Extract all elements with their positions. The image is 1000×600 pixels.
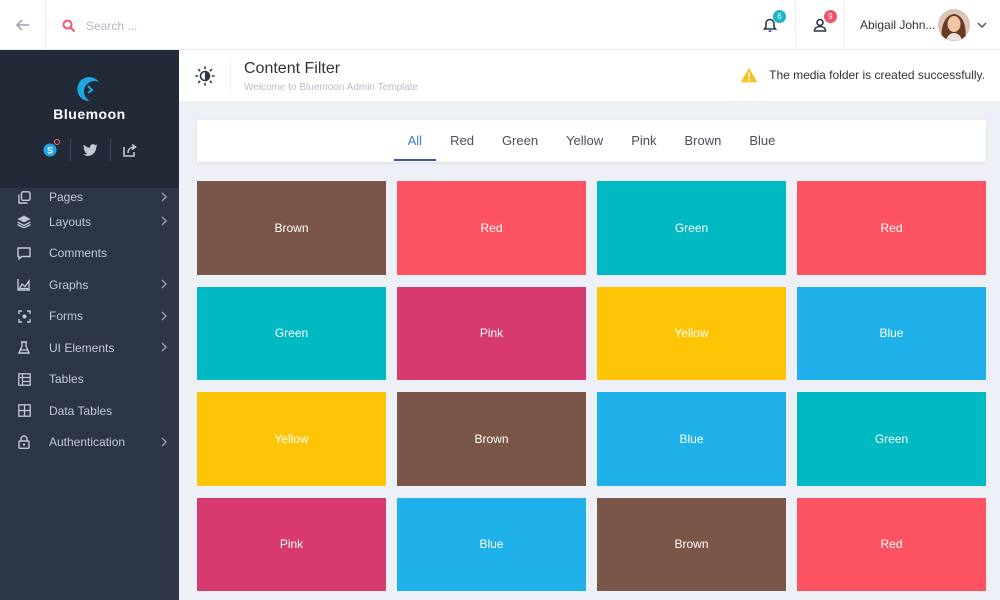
chevron-right-icon (161, 342, 167, 352)
skype-status-dot (53, 139, 60, 145)
share-link[interactable] (109, 139, 150, 161)
brightness-icon (194, 66, 215, 86)
filter-tab-pink[interactable]: Pink (617, 120, 670, 160)
chevron-right-icon (161, 192, 167, 202)
content-tile[interactable]: Green (797, 392, 986, 486)
pages-icon (17, 190, 31, 204)
users-button[interactable]: 9 (795, 0, 845, 50)
sidebar-item-label: Graphs (49, 277, 89, 292)
filter-tab-brown[interactable]: Brown (670, 120, 735, 160)
chevron-right-icon (161, 279, 167, 289)
back-button[interactable] (0, 0, 46, 50)
sidebar-item-label: UI Elements (49, 340, 115, 355)
content-tile[interactable]: Pink (397, 286, 586, 380)
chevron-right-icon (161, 437, 167, 446)
page-title: Content Filter (244, 60, 341, 77)
sidebar-item-graphs[interactable]: Graphs (0, 269, 179, 301)
flask-icon (18, 341, 30, 354)
top-bar: 6 9 Abigail John... (0, 0, 1000, 50)
twitter-icon (82, 144, 97, 156)
arrow-left-icon (15, 19, 29, 31)
grid-icon (17, 404, 31, 418)
skype-link[interactable]: S (30, 139, 70, 161)
sidebar-item-forms[interactable]: Forms (0, 301, 179, 333)
profile-menu[interactable]: Abigail John... (845, 0, 1000, 50)
content-tile[interactable]: Yellow (597, 286, 786, 380)
search-box (62, 14, 262, 38)
sidebar-item-label: Layouts (49, 214, 92, 229)
share-icon (123, 143, 137, 157)
filter-tab-green[interactable]: Green (488, 120, 552, 160)
filter-tab-all[interactable]: All (393, 120, 437, 161)
sidebar-item-data-tables[interactable]: Data Tables (0, 395, 179, 427)
sidebar-item-label: Authentication (49, 435, 126, 450)
page-header: Content Filter Welcome to Bluemoon Admin… (179, 50, 1000, 101)
filter-tab-yellow[interactable]: Yellow (552, 120, 617, 160)
svg-text:S: S (46, 146, 52, 156)
content-tile[interactable]: Blue (397, 497, 586, 591)
sidebar-item-label: Forms (49, 309, 83, 324)
bluemoon-logo-icon (76, 77, 99, 102)
sidebar-menu: Pages Layouts Comments Graphs Forms UI E… (0, 188, 179, 458)
content-tile[interactable]: Pink (197, 497, 386, 591)
sidebar-item-tables[interactable]: Tables (0, 364, 179, 396)
content-tile[interactable]: Red (797, 181, 986, 275)
content-tile[interactable]: Brown (597, 497, 786, 591)
area-chart-icon (17, 279, 30, 291)
content-tile[interactable]: Blue (597, 392, 786, 486)
forms-icon (17, 310, 31, 323)
content-tile[interactable]: Green (197, 286, 386, 380)
alert-text: The media folder is created successfully… (769, 68, 985, 82)
content-tile[interactable]: Brown (397, 392, 586, 486)
search-icon (62, 19, 76, 33)
content-tile[interactable]: Red (797, 497, 986, 591)
filter-tab-red[interactable]: Red (436, 120, 488, 160)
brand-name: Bluemoon (53, 106, 126, 122)
sidebar-item-comments[interactable]: Comments (0, 238, 179, 270)
twitter-link[interactable] (69, 139, 110, 161)
page-subtitle: Welcome to Bluemoon Admin Template (244, 82, 419, 93)
sidebar-item-label: Data Tables (49, 403, 113, 418)
lock-icon (18, 435, 30, 450)
content-grid: Brown Red Green Red Green Pink Yellow Bl… (197, 181, 986, 591)
table-icon (17, 372, 31, 386)
notifications-button[interactable]: 6 (745, 0, 795, 50)
chevron-right-icon (161, 216, 167, 226)
sidebar: Bluemoon S Pages Layouts Comments Graphs… (0, 50, 179, 600)
notifications-badge: 6 (773, 10, 786, 23)
content-tile[interactable]: Blue (797, 286, 986, 380)
filter-tab-blue[interactable]: Blue (735, 120, 789, 160)
filter-bar: All Red Green Yellow Pink Brown Blue (197, 120, 986, 162)
content-tile[interactable]: Brown (197, 181, 386, 275)
skype-icon: S (43, 143, 56, 157)
content-tile[interactable]: Red (397, 181, 586, 275)
chevron-down-icon (977, 22, 987, 28)
profile-name: Abigail John... (860, 18, 936, 32)
social-links: S (30, 139, 150, 161)
sidebar-item-ui-elements[interactable]: UI Elements (0, 332, 179, 364)
sidebar-item-authentication[interactable]: Authentication (0, 427, 179, 459)
search-input[interactable] (86, 19, 246, 33)
sidebar-item-label: Pages (49, 190, 84, 204)
sidebar-item-label: Tables (49, 372, 84, 387)
chevron-right-icon (161, 311, 167, 320)
brand-panel: Bluemoon S (0, 50, 179, 188)
brightness-toggle[interactable] (179, 59, 231, 93)
users-badge: 9 (824, 10, 837, 23)
sidebar-item-layouts[interactable]: Layouts (0, 206, 179, 238)
avatar (938, 9, 970, 41)
layers-icon (17, 215, 31, 229)
sidebar-item-pages[interactable]: Pages (0, 188, 179, 206)
warning-icon (740, 67, 758, 83)
alert-message: The media folder is created successfully… (740, 67, 985, 83)
content-tile[interactable]: Green (597, 181, 786, 275)
content-tile[interactable]: Yellow (197, 392, 386, 486)
sidebar-item-label: Comments (49, 246, 108, 261)
comment-icon (17, 247, 31, 260)
